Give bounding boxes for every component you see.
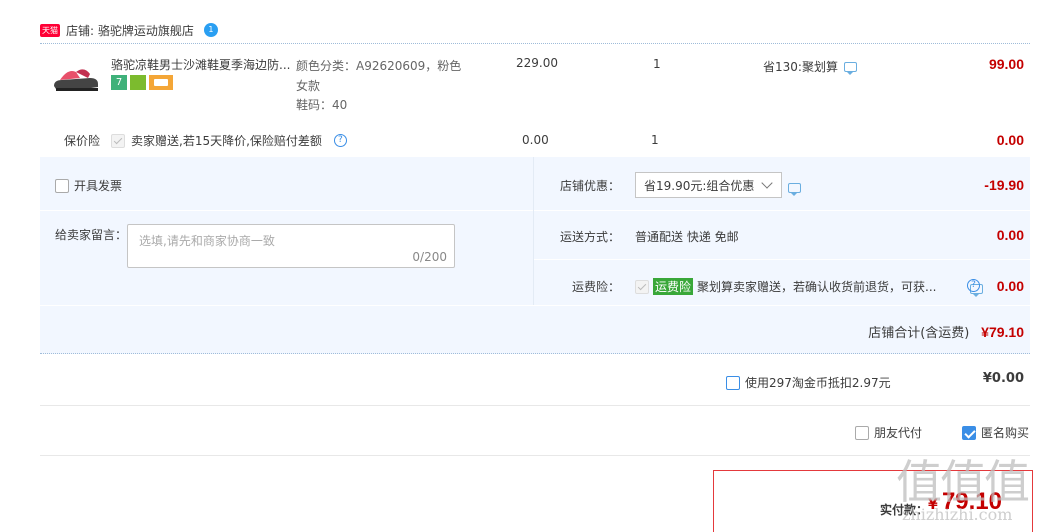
freight-insurance-label: 运费险： [572,280,621,294]
shipping-method: 普通配送 快递 免邮 [635,230,739,244]
store-discount-info-icon[interactable] [788,182,801,196]
store-total-amount: ¥79.10 [981,324,1024,340]
credit-card-badge-icon [149,75,173,90]
unit-price: 229.00 [516,56,558,70]
message-label: 给卖家留言： [55,228,128,242]
help-icon[interactable]: ? [333,134,347,147]
freight-insurance-desc: 聚划算卖家赠送，若确认收货前退货，可获... [697,280,937,294]
watermark-logo: 值值值 [896,455,1030,509]
friend-pay-label: 朋友代付 [874,426,923,440]
invoice-option[interactable]: 开具发票 [55,177,122,194]
anonymous-label: 匿名购买 [981,426,1030,440]
store-discount-amount: -19.90 [984,177,1024,193]
discount-info: 省130:聚划算 [763,58,857,75]
options-column-divider [533,157,534,305]
discount-detail-icon[interactable] [843,61,857,75]
7day-return-badge: 7 [111,75,127,90]
chevron-down-icon [761,177,773,189]
product-title-link[interactable]: 骆驼凉鞋男士沙滩鞋夏季海边防... [111,56,291,73]
sku-size: 鞋码：40 [296,98,348,112]
product-badges: 7 [111,75,173,90]
insurance-qty: 1 [651,133,659,147]
invoice-label: 开具发票 [74,179,123,193]
options-row-divider-3 [534,259,1030,260]
message-placeholder: 选填,请先和商家协商一致 [139,234,275,248]
store-discount-label: 店铺优惠： [560,179,621,193]
store-total: 店铺合计(含运费) ¥79.10 [700,322,1024,341]
store-total-label: 店铺合计(含运费) [868,326,970,341]
store-discount-value: 省19.90元:组合优惠 [644,178,755,193]
store-discount-select[interactable]: 省19.90元:组合优惠 [635,172,782,198]
message-counter: 0/200 [412,250,447,264]
insurance-price: 0.00 [522,133,549,147]
product-thumbnail[interactable] [50,56,100,96]
discount-text: 省130:聚划算 [763,60,838,74]
wangwang-icon[interactable]: 1 [203,23,218,37]
freight-insurance-tag: 运费险 [653,278,694,295]
anonymous-checkbox[interactable] [962,425,976,440]
store-name-link[interactable]: 店铺: 骆驼牌运动旗舰店 [66,22,194,39]
taojinbi-checkbox[interactable] [726,375,740,390]
insurance-subtotal: 0.00 [996,132,1024,148]
guarantee-badge-icon [130,75,146,90]
sku-color: 颜色分类：A92620609，粉色 女款 [296,59,462,93]
insurance-option: 卖家赠送,若15天降价,保险赔付差额 ? [111,132,347,149]
quantity: 1 [653,57,661,71]
store-divider [40,43,1030,44]
tmall-badge: 天猫 [40,23,60,37]
options-row-divider-1 [40,210,533,211]
freight-insurance-amount: 0.00 [996,278,1024,294]
taojinbi-label: 使用297淘金币抵扣2.97元 [745,376,891,390]
options-row-divider-2 [534,210,1030,211]
insurance-checkbox [111,133,125,148]
shipping-label: 运送方式： [560,230,621,244]
insurance-desc: 卖家赠送,若15天降价,保险赔付差额 [131,134,322,148]
store-header: 天猫 店铺: 骆驼牌运动旗舰店 1 [40,20,218,40]
shipping-amount: 0.00 [996,227,1024,243]
insurance-label: 保价险 [64,134,101,148]
freight-insurance-option: 运费险 聚划算卖家赠送，若确认收货前退货，可获... [635,278,936,295]
options-row-divider-4 [40,305,1030,306]
anonymous-option[interactable]: 匿名购买 [962,424,1029,441]
sandal-image-icon [54,69,98,91]
item-subtotal: 99.00 [988,56,1024,72]
section-divider-2 [40,455,1030,456]
message-textarea[interactable]: 选填,请先和商家协商一致 0/200 [127,224,455,268]
section-divider [40,405,1030,406]
friend-pay-option[interactable]: 朋友代付 [855,424,922,441]
taojinbi-option[interactable]: 使用297淘金币抵扣2.97元 [726,374,891,391]
taojinbi-amount: ¥0.00 [982,371,1024,386]
watermark-url: zhizhizhi.com [902,505,1013,524]
freight-insurance-checkbox [635,279,649,294]
friend-pay-checkbox[interactable] [855,425,869,440]
invoice-checkbox[interactable] [55,178,69,193]
